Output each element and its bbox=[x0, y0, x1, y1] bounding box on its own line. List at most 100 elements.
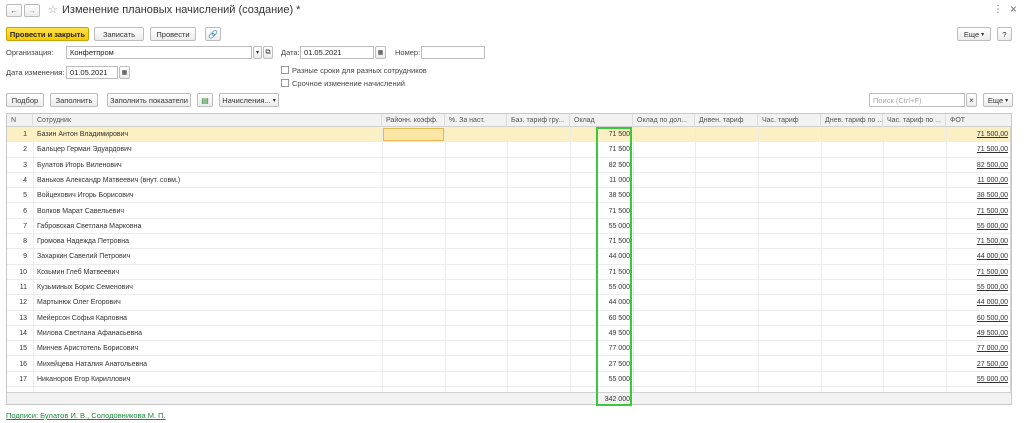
accruals-button[interactable]: Начисления... ▾ bbox=[219, 93, 279, 107]
row-number: 12 bbox=[19, 299, 27, 307]
row-number: 3 bbox=[23, 161, 27, 169]
grid-line bbox=[570, 127, 571, 404]
more-button[interactable]: Еще ▾ bbox=[957, 27, 991, 41]
fill-indicators-button[interactable]: Заполнить показатели bbox=[107, 93, 191, 107]
fot-value: 60 500,00 bbox=[976, 314, 1008, 322]
salary-value: 55 000 bbox=[608, 284, 630, 291]
col-daily-rate-by[interactable]: Днев. тариф по ... bbox=[821, 114, 883, 127]
table-row[interactable]: 17 Никаноров Егор Кириллович 55 000 55 000,… bbox=[7, 372, 1011, 388]
more-menu-icon[interactable]: ⋮ bbox=[993, 4, 1003, 15]
col-salary[interactable]: Оклад bbox=[570, 114, 633, 127]
salary-value: 55 000 bbox=[608, 222, 630, 230]
col-employee[interactable]: Сотрудник bbox=[33, 114, 382, 127]
urgent-change-checkbox[interactable] bbox=[281, 79, 289, 87]
row-number: 1 bbox=[23, 131, 27, 138]
save-button[interactable]: Записать bbox=[94, 27, 144, 41]
org-open-button[interactable]: ⧉ bbox=[263, 46, 273, 59]
table-row[interactable]: 14 Милова Светлана Афанасьевна 49 500 49 50… bbox=[7, 326, 1011, 342]
salary-value: 82 500 bbox=[608, 161, 630, 169]
table-grid-icon: ▤ bbox=[201, 95, 209, 105]
change-date-calendar-button[interactable]: ▦ bbox=[119, 66, 130, 79]
table-row[interactable]: 11 Кузьминых Борис Семенович 55 000 55 000,… bbox=[7, 280, 1011, 296]
employee-name: Бальцер Герман Эдуардович bbox=[37, 146, 132, 154]
col-hourly-rate-by[interactable]: Час. тариф по ... bbox=[883, 114, 946, 127]
row-number: 8 bbox=[23, 238, 27, 246]
table-row[interactable]: 5 Войцехович Игорь Борисович 38 500 38 500,… bbox=[7, 188, 1011, 204]
employee-name: Базин Антон Владимирович bbox=[37, 131, 129, 138]
back-button[interactable]: ← bbox=[6, 4, 22, 17]
different-terms-checkbox[interactable] bbox=[281, 66, 289, 74]
org-dropdown-button[interactable]: ▾ bbox=[253, 46, 262, 59]
search-input[interactable]: Поиск (Ctrl+F) bbox=[869, 93, 965, 107]
col-base-rate[interactable]: Баз. тариф гру... bbox=[507, 114, 570, 127]
employee-name: Волков Марат Савельевич bbox=[37, 207, 125, 215]
fot-value: 71 500,00 bbox=[976, 207, 1008, 215]
district-coeff-input[interactable] bbox=[383, 128, 444, 141]
grid-line bbox=[946, 127, 947, 404]
fot-value: 82 500,00 bbox=[976, 161, 1008, 169]
table-row[interactable]: 8 Громова Надежда Петровна 71 500 71 500,00 bbox=[7, 234, 1011, 250]
fill-button[interactable]: Заполнить bbox=[50, 93, 98, 107]
fot-value: 71 500,00 bbox=[976, 146, 1008, 154]
fot-value: 71 500,00 bbox=[976, 268, 1008, 276]
col-n[interactable]: N bbox=[7, 114, 33, 127]
col-salary-position[interactable]: Оклад по дол... bbox=[633, 114, 695, 127]
post-button[interactable]: Провести bbox=[150, 27, 196, 41]
signatures-link[interactable]: Подписи: Булатов И. В., Солодовникова М.… bbox=[6, 411, 166, 420]
col-daily-rate[interactable]: Днвен. тариф bbox=[695, 114, 758, 127]
table-row[interactable]: 3 Булатов Игорь Виленович 82 500 82 500,00 bbox=[7, 158, 1011, 173]
number-field[interactable] bbox=[421, 46, 485, 59]
col-district-coeff[interactable]: Районн. коэфф. bbox=[382, 114, 445, 127]
table-row[interactable]: 12 Мартынюк Олег Егорович 44 000 44 000,00 bbox=[7, 295, 1011, 311]
help-button[interactable]: ? bbox=[997, 27, 1012, 41]
chevron-down-icon: ▾ bbox=[1005, 97, 1009, 104]
employee-name: Булатов Игорь Виленович bbox=[37, 161, 122, 169]
org-field[interactable]: Конфетпром bbox=[66, 46, 252, 59]
salary-value: 38 500 bbox=[608, 192, 630, 200]
table-row[interactable]: 16 Михейцева Наталия Анатольевна 27 500 27 … bbox=[7, 357, 1011, 372]
pick-button[interactable]: Подбор bbox=[6, 93, 44, 107]
table-row[interactable]: 15 Минчев Аристотель Борисович 77 000 77 00… bbox=[7, 341, 1011, 357]
row-number: 17 bbox=[19, 375, 27, 383]
table-totals-row: 342 000 bbox=[7, 392, 1011, 404]
post-and-close-button[interactable]: Провести и закрыть bbox=[6, 27, 89, 41]
table-more-button[interactable]: Еще ▾ bbox=[983, 93, 1013, 107]
date-calendar-button[interactable]: ▦ bbox=[375, 46, 386, 59]
employee-name: Милова Светлана Афанасьевна bbox=[37, 329, 143, 337]
table-row[interactable]: 7 Габровская Светлана Марковна 55 000 55 00… bbox=[7, 219, 1011, 235]
forward-button[interactable]: → bbox=[24, 4, 40, 17]
table-row[interactable]: 6 Волков Марат Савельевич 71 500 71 500,00 bbox=[7, 204, 1011, 219]
row-number: 14 bbox=[19, 329, 27, 337]
date-label: Дата: bbox=[281, 48, 300, 57]
table-settings-button[interactable]: ▤ bbox=[197, 93, 213, 107]
table-row[interactable]: 2 Бальцер Герман Эдуардович 71 500 71 500,0… bbox=[7, 142, 1011, 158]
page-title: Изменение плановых начислений (создание)… bbox=[62, 4, 301, 16]
row-number: 9 bbox=[23, 253, 27, 261]
favorite-star-icon[interactable]: ☆ bbox=[48, 3, 58, 16]
change-date-label: Дата изменения: bbox=[6, 68, 65, 77]
employee-name: Войцехович Игорь Борисович bbox=[37, 192, 134, 200]
search-clear-button[interactable]: × bbox=[966, 93, 977, 107]
col-percent[interactable]: %. За наст. bbox=[445, 114, 507, 127]
salary-value: 55 000 bbox=[608, 375, 630, 383]
urgent-change-label: Срочное изменение начислений bbox=[292, 79, 405, 88]
attach-button[interactable]: 🔗 bbox=[205, 27, 221, 41]
table-row[interactable]: 1 Базин Антон Владимирович 71 500 71 500,00 bbox=[7, 127, 1011, 143]
fot-value: 55 000,00 bbox=[976, 375, 1008, 383]
grid-line bbox=[695, 127, 696, 404]
col-fot[interactable]: ФОТ bbox=[946, 114, 1011, 127]
col-hourly-rate[interactable]: Час. тариф bbox=[758, 114, 821, 127]
employee-name: Михейцева Наталия Анатольевна bbox=[37, 360, 148, 368]
salary-value: 71 500 bbox=[608, 207, 630, 215]
close-icon[interactable]: × bbox=[1010, 2, 1017, 16]
table-row[interactable]: 10 Козьмин Глеб Матвеевич 71 500 71 500,00 bbox=[7, 265, 1011, 280]
table-row[interactable]: 9 Захаркин Савелий Петрович 44 000 44 000,0… bbox=[7, 249, 1011, 265]
employee-name: Никаноров Егор Кириллович bbox=[37, 375, 131, 383]
date-field[interactable]: 01.05.2021 bbox=[300, 46, 374, 59]
table-row[interactable]: 13 Мейерсон Софья Карловна 60 500 60 500,00 bbox=[7, 311, 1011, 326]
number-label: Номер: bbox=[395, 48, 421, 57]
vertical-scrollbar[interactable] bbox=[1010, 127, 1011, 392]
table-row[interactable]: 4 Ваньков Александр Матвеевич (внут. совм… bbox=[7, 173, 1011, 189]
change-date-field[interactable]: 01.05.2021 bbox=[66, 66, 118, 79]
grid-line bbox=[821, 127, 822, 404]
